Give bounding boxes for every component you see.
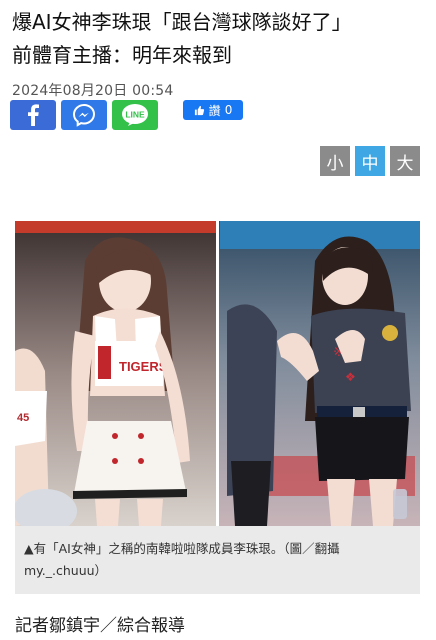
right-jersey-mark-2: ❖ bbox=[345, 370, 356, 384]
article-headline: 爆AI女神李珠珢「跟台灣球隊談好了」 前體育主播：明年來報到 bbox=[12, 6, 428, 72]
messenger-share-button[interactable] bbox=[61, 100, 107, 130]
font-size-medium-button[interactable]: 中 bbox=[355, 146, 385, 176]
like-label: 讚 bbox=[208, 103, 221, 118]
line-label: LINE bbox=[125, 110, 145, 120]
line-share-button[interactable]: LINE bbox=[112, 100, 158, 130]
line-icon: LINE bbox=[122, 104, 148, 126]
thumbs-up-icon bbox=[194, 105, 204, 115]
article-byline: 記者鄒鎮宇／綜合報導 bbox=[15, 616, 185, 636]
cheerleader-photo-illustration: 45 TIGERS ※ ❖ bbox=[15, 221, 420, 526]
publish-date: 2024年08月20日 00:54 bbox=[12, 83, 174, 99]
facebook-share-button[interactable] bbox=[10, 100, 56, 130]
font-size-large-button[interactable]: 大 bbox=[390, 146, 420, 176]
like-count: 0 bbox=[224, 103, 233, 117]
messenger-icon bbox=[72, 103, 96, 127]
article-photo: 45 TIGERS ※ ❖ bbox=[15, 221, 420, 526]
headline-line-2: 前體育主播：明年來報到 bbox=[12, 43, 232, 67]
facebook-like-button[interactable]: 讚 0 bbox=[183, 100, 243, 120]
left-jersey-number: 45 bbox=[17, 412, 29, 424]
font-size-small-button[interactable]: 小 bbox=[320, 146, 350, 176]
facebook-icon bbox=[28, 104, 39, 126]
photo-caption: ▲有「AI女神」之稱的南韓啦啦隊成員李珠珢。（圖／翻攝my._.chuuu） bbox=[15, 526, 420, 594]
headline-line-1: 爆AI女神李珠珢「跟台灣球隊談好了」 bbox=[12, 10, 352, 34]
